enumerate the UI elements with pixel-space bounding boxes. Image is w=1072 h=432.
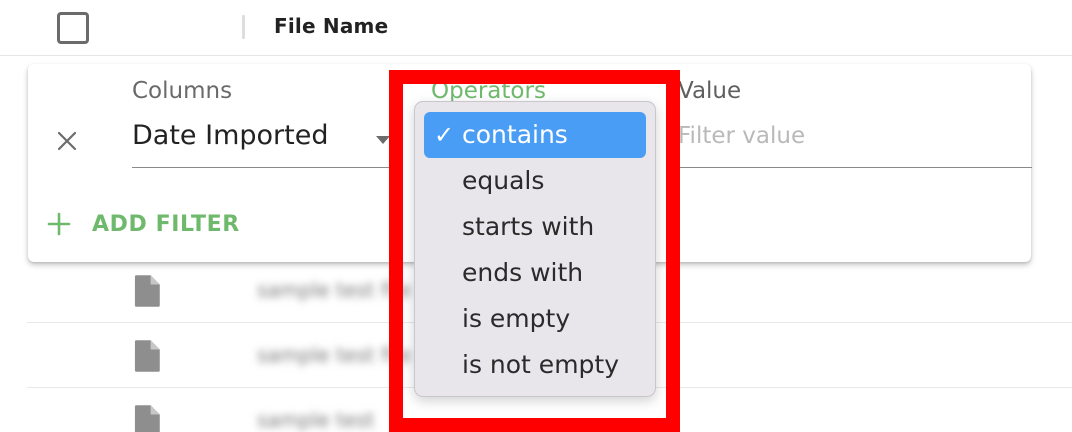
caret-down-icon xyxy=(376,136,390,144)
operator-option-label: is empty xyxy=(462,304,571,333)
column-separator[interactable] xyxy=(242,15,245,39)
operator-option-label: ends with xyxy=(462,258,584,287)
operator-option-label: contains xyxy=(462,120,568,149)
operators-dropdown-menu: ✓ contains equals starts with ends with … xyxy=(414,101,656,397)
remove-filter-button[interactable] xyxy=(52,126,82,156)
plus-icon xyxy=(47,212,71,236)
operator-option-contains[interactable]: ✓ contains xyxy=(424,112,646,158)
column-header-file-name[interactable]: File Name xyxy=(274,14,388,38)
select-all-checkbox[interactable] xyxy=(57,12,89,44)
columns-selected-value: Date Imported xyxy=(132,120,329,151)
add-filter-button[interactable]: ADD FILTER xyxy=(46,204,240,244)
operator-option-is-empty[interactable]: is empty xyxy=(424,296,646,342)
value-label: Value xyxy=(678,78,742,104)
columns-select[interactable]: Date Imported xyxy=(132,116,390,168)
operator-option-is-not-empty[interactable]: is not empty xyxy=(424,342,646,388)
file-icon xyxy=(134,340,160,372)
operator-option-label: is not empty xyxy=(462,350,620,379)
operator-option-label: starts with xyxy=(462,212,595,241)
filter-value-input[interactable] xyxy=(678,116,1032,168)
operator-option-ends-with[interactable]: ends with xyxy=(424,250,646,296)
operator-option-starts-with[interactable]: starts with xyxy=(424,204,646,250)
app-root: File Name sample test file sample test f… xyxy=(0,0,1072,432)
columns-label: Columns xyxy=(132,78,233,104)
operator-option-label: equals xyxy=(462,166,545,195)
operator-option-equals[interactable]: equals xyxy=(424,158,646,204)
file-icon xyxy=(134,405,160,432)
file-icon xyxy=(134,275,160,307)
add-filter-label: ADD FILTER xyxy=(92,211,240,237)
checkmark-icon: ✓ xyxy=(434,121,455,149)
grid-header: File Name xyxy=(0,0,1072,56)
close-icon xyxy=(57,131,77,151)
file-name-cell: sample test xyxy=(257,408,375,432)
